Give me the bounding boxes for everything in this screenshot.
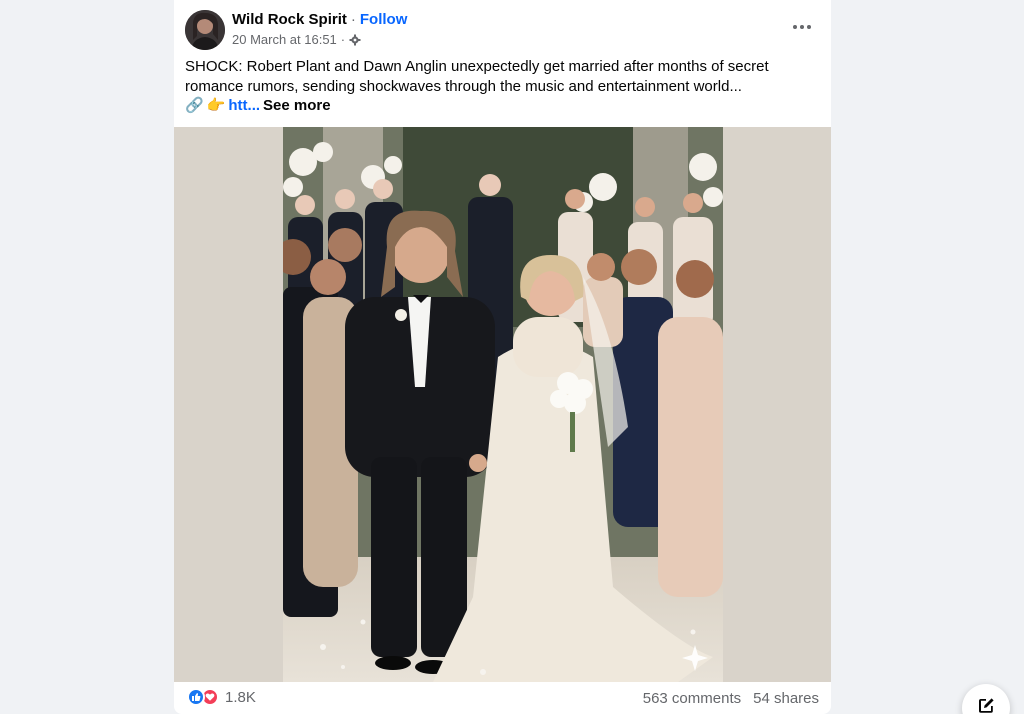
post-body: SHOCK: Robert Plant and Dawn Anglin unex…	[185, 57, 815, 116]
meta-separator: ·	[340, 32, 346, 47]
see-more-button[interactable]: See more	[263, 96, 331, 116]
follow-button[interactable]: Follow	[360, 11, 408, 28]
post-link[interactable]: htt...	[228, 96, 260, 116]
link-emoji: 🔗	[185, 97, 204, 114]
comments-count[interactable]: 563 comments	[643, 690, 741, 707]
new-message-button[interactable]	[962, 684, 1010, 714]
shares-count[interactable]: 54 shares	[753, 690, 819, 707]
post-timestamp[interactable]: 20 March at 16:51	[232, 32, 337, 47]
feed-post: Wild Rock Spirit · Follow 20 March at 16…	[174, 0, 831, 714]
post-footer: 1.8K 563 comments 54 shares	[174, 682, 831, 714]
more-options-button[interactable]	[787, 12, 817, 42]
post-meta: 20 March at 16:51 ·	[232, 32, 361, 47]
post-media[interactable]	[174, 127, 831, 682]
author-avatar[interactable]	[185, 10, 225, 50]
like-icon	[187, 688, 205, 706]
engagement-stats: 563 comments 54 shares	[643, 690, 819, 707]
reactions-summary[interactable]: 1.8K	[187, 688, 256, 706]
wedding-photo[interactable]	[283, 127, 723, 682]
compose-icon	[979, 698, 994, 713]
pointing-emoji: 👉	[206, 97, 226, 114]
reaction-count[interactable]: 1.8K	[225, 689, 256, 706]
author-name[interactable]: Wild Rock Spirit	[232, 11, 347, 28]
post-link-line: 🔗 👉 htt... See more	[185, 96, 815, 116]
more-horizontal-icon	[793, 25, 797, 29]
separator-dot: ·	[350, 11, 356, 28]
post-text: SHOCK: Robert Plant and Dawn Anglin unex…	[185, 58, 769, 95]
author-line: Wild Rock Spirit · Follow	[232, 11, 407, 28]
gear-icon[interactable]	[349, 34, 361, 46]
